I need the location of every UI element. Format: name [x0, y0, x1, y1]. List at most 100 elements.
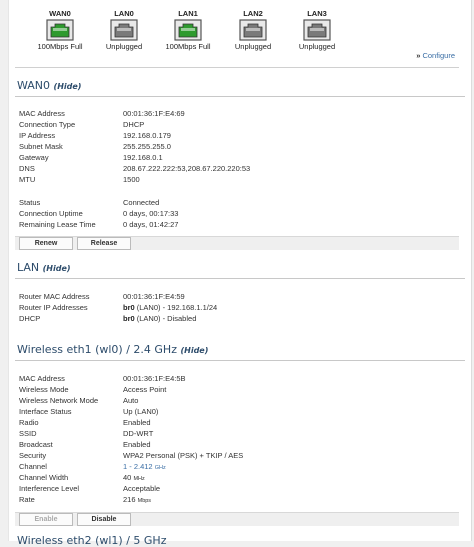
port-pin	[320, 28, 322, 31]
row-label: Broadcast	[19, 440, 53, 449]
port-pin	[53, 28, 55, 31]
row-label: Rate	[19, 495, 35, 504]
detail-row: DNS 208.67.222.222:53,208.67.220.220:53	[19, 163, 459, 174]
detail-row: Router IP Addresses br0 (LAN0) - 192.168.…	[19, 302, 459, 313]
section-header: WAN0 (Hide)	[15, 76, 465, 97]
row-value: 1500	[123, 175, 140, 184]
section-title-text: LAN	[17, 261, 40, 274]
port-status: Unplugged	[105, 42, 143, 51]
unit-label: GHz	[154, 465, 166, 471]
hide-toggle[interactable]: (Hide)	[54, 82, 82, 91]
row-value: 00:01:36:1F:E4:59	[123, 292, 185, 301]
row-value: 00:01:36:1F:E4:69	[123, 109, 185, 118]
port-name: LAN0	[114, 9, 134, 18]
row-label: Channel Width	[19, 473, 69, 482]
port-pin	[314, 28, 316, 31]
release-button[interactable]: Release	[77, 237, 131, 250]
detail-row: Connection Type DHCP	[19, 119, 459, 130]
port-pin	[191, 28, 193, 31]
port-pin	[258, 28, 260, 31]
ethernet-port-icon	[110, 19, 138, 41]
row-value: 216 Mbps	[123, 494, 151, 507]
configure-link[interactable]: » Configure	[416, 51, 455, 60]
channel-link[interactable]: 1 - 2.412	[123, 462, 153, 471]
renew-button[interactable]: Renew	[19, 237, 73, 250]
port-pin	[129, 28, 131, 31]
detail-row: Interference Level Acceptable	[19, 483, 459, 494]
detail-row: Connection Uptime 0 days, 00:17:33	[19, 208, 459, 219]
detail-row: Channel Width 40 MHz	[19, 472, 459, 483]
detail-row: Rate 216 Mbps	[19, 494, 459, 505]
row-value: WPA2 Personal (PSK) + TKIP / AES	[123, 451, 244, 460]
detail-row: Broadcast Enabled	[19, 439, 459, 450]
port-pin	[65, 28, 67, 31]
port-pin	[117, 28, 119, 31]
row-label: Router MAC Address	[19, 292, 90, 301]
enable-button[interactable]: Enable	[19, 513, 73, 526]
disable-button[interactable]: Disable	[77, 513, 131, 526]
detail-row: MAC Address 00:01:36:1F:E4:5B	[19, 373, 459, 384]
row-label: Interference Level	[19, 484, 80, 493]
row-value: Enabled	[123, 418, 151, 427]
section-header: Wireless eth1 (wl0) / 2.4 GHz (Hide)	[15, 340, 465, 361]
value-number: 40	[123, 473, 132, 482]
interface-detail: (LAN0) - Disabled	[134, 314, 197, 323]
row-label: DNS	[19, 164, 35, 173]
row-value: br0 (LAN0) - 192.168.1.1/24	[123, 302, 217, 313]
port-wan0[interactable]: WAN0 100Mbps Full	[28, 9, 92, 52]
row-value: 0 days, 00:17:33	[123, 209, 179, 218]
detail-row: SSID DD-WRT	[19, 428, 459, 439]
ethernet-port-icon	[303, 19, 331, 41]
row-value: 0 days, 01:42:27	[123, 220, 179, 229]
row-value: DHCP	[123, 120, 145, 129]
port-pin	[123, 28, 125, 31]
port-pin	[55, 28, 57, 31]
row-label: SSID	[19, 429, 37, 438]
port-pin	[256, 28, 258, 31]
port-status: Unplugged	[234, 42, 272, 51]
unit-label: MHz	[133, 476, 145, 482]
port-status: 100Mbps Full	[37, 42, 83, 51]
port-pin	[185, 28, 187, 31]
row-label: IP Address	[19, 131, 56, 140]
row-value: 208.67.222.222:53,208.67.220.220:53	[123, 164, 251, 173]
status-page: WAN0 100Mbps Full LAN0 Unplugged LAN1 10…	[8, 0, 472, 547]
port-pin	[252, 28, 254, 31]
row-value: 192.168.0.179	[123, 131, 171, 140]
port-pin	[119, 28, 121, 31]
configure-link-label: Configure	[422, 51, 455, 60]
ethernet-port-icon	[46, 19, 74, 41]
row-label: Wireless Network Mode	[19, 396, 99, 405]
port-lan1[interactable]: LAN1 100Mbps Full	[156, 9, 220, 52]
port-lan3[interactable]: LAN3 Unplugged	[285, 9, 349, 52]
row-label: Gateway	[19, 153, 49, 162]
port-pin	[193, 28, 195, 31]
divider	[15, 67, 459, 68]
port-pin	[59, 28, 61, 31]
detail-row: Channel 1 - 2.412 GHz	[19, 461, 459, 472]
value-number: 216	[123, 495, 136, 504]
detail-row: Remaining Lease Time 0 days, 01:42:27	[19, 219, 459, 230]
row-label: Remaining Lease Time	[19, 220, 96, 229]
port-pin	[322, 28, 324, 31]
section-title: LAN (Hide)	[17, 261, 71, 274]
detail-row: DHCP br0 (LAN0) - Disabled	[19, 313, 459, 324]
port-pin	[316, 28, 318, 31]
detail-row: Radio Enabled	[19, 417, 459, 428]
port-name: WAN0	[49, 9, 71, 18]
port-status: Unplugged	[298, 42, 336, 51]
detail-row: Router MAC Address 00:01:36:1F:E4:59	[19, 291, 459, 302]
detail-row: Status Connected	[19, 197, 459, 208]
row-value: 255.255.255.0	[123, 142, 171, 151]
port-pin	[61, 28, 63, 31]
hide-toggle[interactable]: (Hide)	[180, 346, 208, 355]
row-value: Auto	[123, 396, 139, 405]
detail-row: Subnet Mask 255.255.255.0	[19, 141, 459, 152]
hide-toggle[interactable]: (Hide)	[43, 264, 71, 273]
detail-row: Wireless Network Mode Auto	[19, 395, 459, 406]
row-value: Up (LAN0)	[123, 407, 159, 416]
row-label: Radio	[19, 418, 39, 427]
port-lan2[interactable]: LAN2 Unplugged	[221, 9, 285, 52]
section-title-text: Wireless eth1 (wl0) / 2.4 GHz	[17, 343, 177, 356]
port-lan0[interactable]: LAN0 Unplugged	[92, 9, 156, 52]
